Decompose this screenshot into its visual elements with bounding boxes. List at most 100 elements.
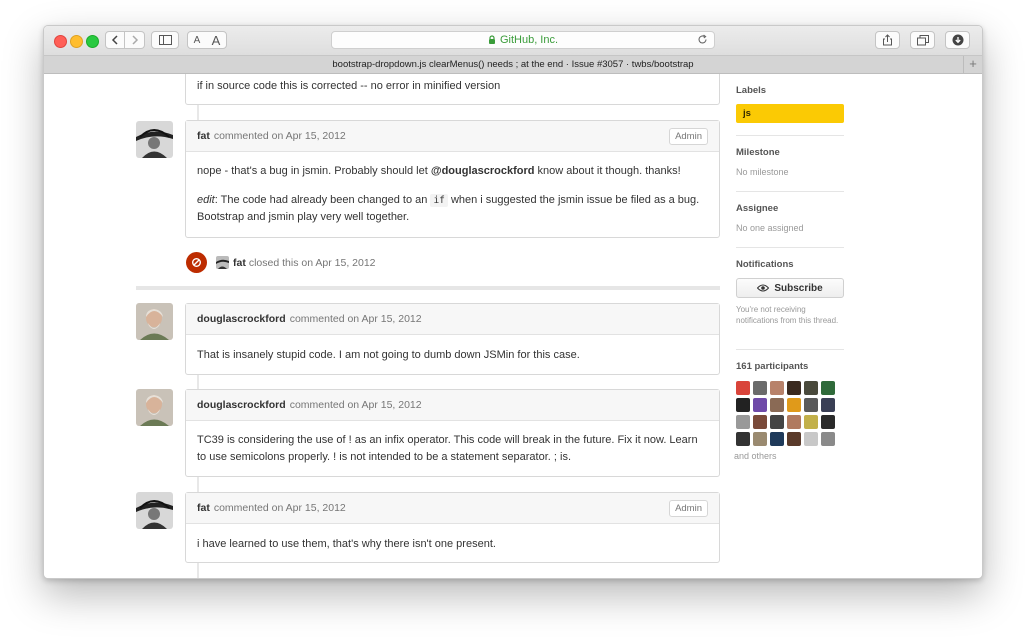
avatar-fat-small[interactable]: [216, 256, 229, 269]
participant-avatar[interactable]: [804, 381, 818, 395]
participant-avatar[interactable]: [821, 415, 835, 429]
participant-avatar[interactable]: [804, 432, 818, 446]
subscribe-label: Subscribe: [774, 282, 823, 294]
avatar-douglascrockford[interactable]: [136, 389, 173, 426]
closed-icon: [186, 252, 207, 273]
avatar-fat[interactable]: [136, 121, 173, 158]
participant-avatar[interactable]: [821, 398, 835, 412]
participant-avatar[interactable]: [736, 415, 750, 429]
inline-code: if: [430, 194, 448, 207]
new-tab-button[interactable]: +: [963, 56, 982, 73]
active-tab-title[interactable]: bootstrap-dropdown.js clearMenus() needs…: [332, 59, 693, 70]
comment-author[interactable]: douglascrockford: [197, 313, 286, 325]
back-button[interactable]: [105, 31, 125, 49]
notifications-text: You're not receiving notifications from …: [736, 305, 839, 325]
admin-badge: Admin: [669, 127, 708, 145]
participants-section: 161 participants and others: [734, 361, 844, 461]
section-divider: [736, 191, 844, 192]
participant-avatar[interactable]: [770, 381, 784, 395]
participant-avatar[interactable]: [753, 398, 767, 412]
section-divider: [736, 135, 844, 136]
label-js[interactable]: js: [736, 104, 844, 123]
admin-badge: Admin: [669, 499, 708, 517]
lock-icon: [488, 35, 496, 45]
close-window-button[interactable]: [54, 35, 67, 48]
participant-avatar[interactable]: [787, 398, 801, 412]
show-tabs-button[interactable]: [910, 31, 935, 49]
comment-meta[interactable]: commented on Apr 15, 2012: [290, 313, 422, 325]
comment: if in source code this is corrected -- n…: [185, 74, 720, 105]
comment-meta[interactable]: commented on Apr 15, 2012: [214, 502, 346, 514]
minimize-window-button[interactable]: [70, 35, 83, 48]
participant-avatar[interactable]: [770, 415, 784, 429]
address-text: GitHub, Inc.: [499, 34, 559, 46]
participant-avatar[interactable]: [804, 415, 818, 429]
comment-header: fat commented on Apr 15, 2012 Admin: [186, 493, 719, 524]
participant-avatar[interactable]: [787, 381, 801, 395]
participant-avatar[interactable]: [821, 432, 835, 446]
comment-header: fat commented on Apr 15, 2012 Admin: [186, 121, 719, 152]
participant-avatar[interactable]: [736, 432, 750, 446]
comment-paragraph: nope - that's a bug in jsmin. Probably s…: [197, 165, 681, 177]
comment-paragraph: edit: The code had already been changed …: [197, 194, 700, 223]
comment-meta[interactable]: commented on Apr 15, 2012: [214, 130, 346, 142]
comment-author[interactable]: douglascrockford: [197, 399, 286, 411]
comment-header: douglascrockford commented on Apr 15, 20…: [186, 304, 719, 335]
labels-section: Labels js: [736, 85, 844, 123]
comment-meta[interactable]: commented on Apr 15, 2012: [290, 399, 422, 411]
navigation-buttons: [105, 31, 145, 49]
comment: fat commented on Apr 15, 2012 Admin nope…: [185, 120, 720, 238]
tabs-icon: [916, 34, 929, 45]
closed-event: fat closed this on Apr 15, 2012: [186, 252, 376, 273]
comment-body: i have learned to use them, that's why t…: [197, 538, 496, 550]
participant-avatar[interactable]: [821, 381, 835, 395]
comment-author[interactable]: fat: [197, 130, 210, 142]
section-divider: [736, 349, 844, 350]
participant-avatar[interactable]: [753, 432, 767, 446]
share-button[interactable]: [875, 31, 900, 49]
downloads-button[interactable]: [945, 31, 970, 49]
browser-toolbar: A A GitHub, Inc.: [44, 26, 982, 56]
reload-icon[interactable]: [697, 34, 708, 48]
avatar-fat[interactable]: [136, 492, 173, 529]
event-text: closed this on Apr 15, 2012: [248, 256, 376, 269]
comment-body: That is insanely stupid code. I am not g…: [197, 349, 580, 361]
avatar-douglascrockford[interactable]: [136, 303, 173, 340]
text-smaller-button[interactable]: A: [194, 35, 201, 46]
participant-avatar[interactable]: [736, 381, 750, 395]
participant-avatar[interactable]: [770, 432, 784, 446]
download-icon: [952, 34, 963, 46]
timeline-divider: [136, 286, 720, 290]
participant-avatar[interactable]: [736, 398, 750, 412]
reader-text-size-buttons: A A: [187, 31, 227, 49]
participant-avatar[interactable]: [804, 398, 818, 412]
assignee-section: Assignee No one assigned: [736, 203, 844, 233]
milestone-value: No milestone: [736, 167, 789, 177]
participant-avatar[interactable]: [770, 398, 784, 412]
address-bar[interactable]: GitHub, Inc.: [331, 31, 715, 49]
comment: douglascrockford commented on Apr 15, 20…: [185, 389, 720, 477]
comment-author[interactable]: fat: [197, 502, 210, 514]
sidebar-toggle-button[interactable]: [151, 31, 179, 49]
user-mention-link[interactable]: @douglascrockford: [431, 165, 535, 177]
participant-avatar[interactable]: [787, 415, 801, 429]
zoom-window-button[interactable]: [86, 35, 99, 48]
chevron-left-icon: [111, 35, 118, 45]
participant-avatar[interactable]: [753, 415, 767, 429]
chevron-right-icon: [131, 35, 138, 45]
comment: douglascrockford commented on Apr 15, 20…: [185, 303, 720, 375]
participant-avatar[interactable]: [787, 432, 801, 446]
subscribe-button[interactable]: Subscribe: [736, 278, 844, 298]
comment-body: if in source code this is corrected -- n…: [197, 80, 501, 92]
participant-avatars: [736, 381, 844, 446]
forward-button[interactable]: [125, 31, 145, 49]
milestone-section: Milestone No milestone: [736, 147, 844, 177]
and-others-link[interactable]: and others: [734, 451, 844, 461]
labels-title: Labels: [736, 85, 767, 96]
comment-body: TC39 is considering the use of ! as an i…: [197, 434, 698, 463]
notifications-title: Notifications: [736, 259, 794, 270]
participant-avatar[interactable]: [753, 381, 767, 395]
event-actor[interactable]: fat: [233, 257, 246, 269]
text-larger-button[interactable]: A: [212, 33, 221, 48]
assignee-title: Assignee: [736, 203, 779, 214]
